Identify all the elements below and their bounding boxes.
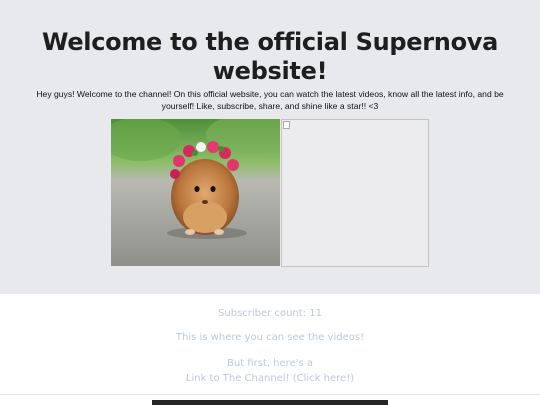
guinea-pig-photo bbox=[111, 119, 280, 266]
broken-image bbox=[281, 119, 429, 267]
subscriber-count: Subscriber count: 11 bbox=[218, 308, 322, 319]
intro-text: Hey guys! Welcome to the channel! On thi… bbox=[36, 89, 504, 111]
guinea-pig-illustration bbox=[111, 119, 280, 266]
page-title: Welcome to the official Supernova websit… bbox=[42, 28, 498, 85]
hero-section: Welcome to the official Supernova websit… bbox=[0, 0, 540, 294]
broken-image-icon bbox=[283, 121, 290, 129]
video-embed-top bbox=[152, 400, 388, 405]
channel-link[interactable]: Link to The Channel! (Click here!) bbox=[0, 373, 540, 384]
divider bbox=[0, 394, 540, 395]
videos-heading: This is where you can see the videos! bbox=[175, 332, 365, 343]
intro-link-text: But first, here's a bbox=[227, 358, 313, 369]
